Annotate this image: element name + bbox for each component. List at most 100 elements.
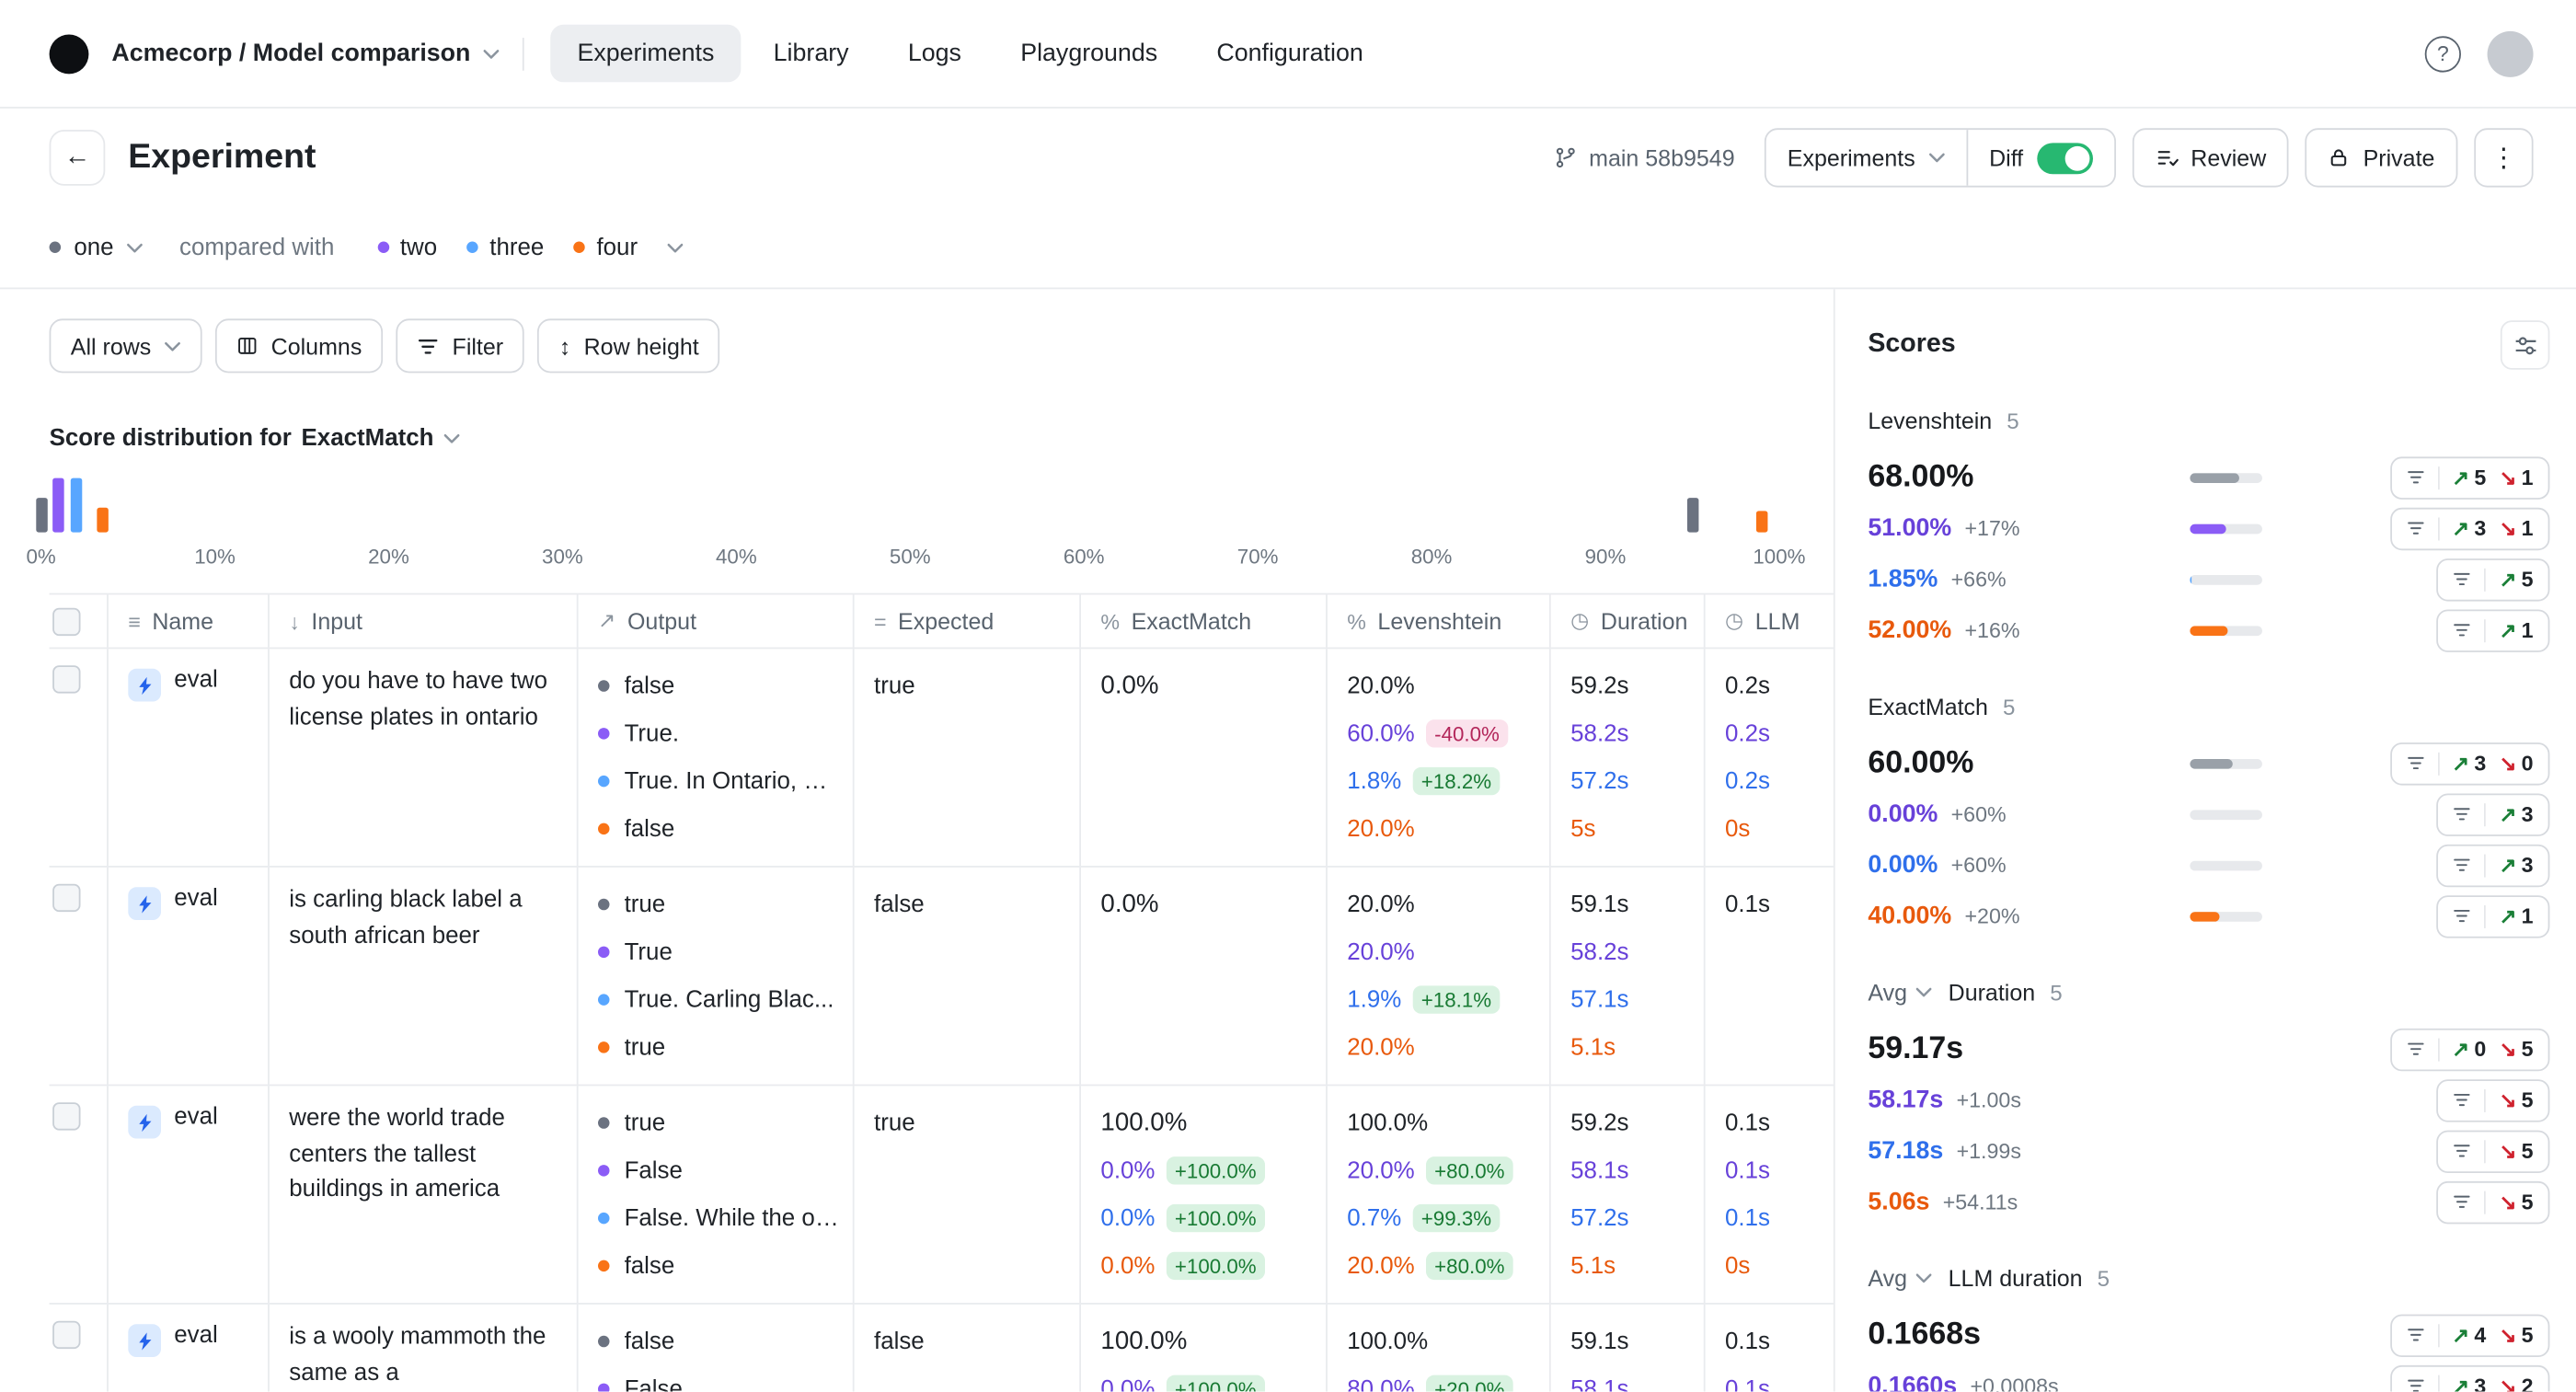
table-row[interactable]: evaldo you have to have two license plat… bbox=[50, 649, 1835, 867]
row-input-cell: do you have to have two license plates i… bbox=[270, 649, 579, 866]
eval-icon bbox=[128, 669, 161, 702]
score-filter-button[interactable]: ↘5 bbox=[2437, 1130, 2550, 1172]
score-filter-button[interactable]: ↘5 bbox=[2437, 1078, 2550, 1121]
column-header-expected[interactable]: =Expected bbox=[855, 594, 1081, 647]
score-filter-button[interactable]: ↗0↘5 bbox=[2389, 1028, 2549, 1070]
tab-logs[interactable]: Logs bbox=[881, 25, 987, 82]
pill-divider bbox=[2437, 752, 2439, 775]
score-filter-button[interactable]: ↗3 bbox=[2437, 844, 2550, 886]
score-filter-button[interactable]: ↗3 bbox=[2437, 793, 2550, 835]
aggregation-select[interactable]: Avg bbox=[1868, 979, 1931, 1006]
column-header-exactmatch[interactable]: %ExactMatch bbox=[1081, 594, 1328, 647]
score-histogram bbox=[41, 473, 1779, 532]
table-row[interactable]: evalis a wooly mammoth the same as afals… bbox=[50, 1305, 1835, 1392]
tab-playgrounds[interactable]: Playgrounds bbox=[995, 25, 1184, 82]
row-checkbox[interactable] bbox=[52, 665, 80, 693]
improvements-icon: ↗ bbox=[2452, 1037, 2469, 1062]
axis-tick: 30% bbox=[542, 546, 583, 569]
row-checkbox[interactable] bbox=[52, 1102, 80, 1130]
diff-toggle[interactable] bbox=[2036, 142, 2092, 173]
delta-badge: +100.0% bbox=[1167, 1204, 1265, 1232]
score-filter-button[interactable]: ↗3↘1 bbox=[2389, 507, 2549, 549]
rows-filter-dropdown[interactable]: All rows bbox=[50, 318, 202, 373]
base-experiment-select[interactable]: one bbox=[50, 234, 144, 260]
column-header-duration[interactable]: ◷Duration bbox=[1551, 594, 1706, 647]
row-checkbox[interactable] bbox=[52, 884, 80, 912]
row-height-button[interactable]: ↕ Row height bbox=[538, 318, 720, 373]
tab-library[interactable]: Library bbox=[747, 25, 875, 82]
row-input-cell: is carling black label a south african b… bbox=[270, 868, 579, 1085]
filter-icon bbox=[2454, 907, 2472, 926]
table-row[interactable]: evalis carling black label a south afric… bbox=[50, 868, 1835, 1086]
axis-tick: 0% bbox=[27, 546, 56, 569]
columns-button[interactable]: Columns bbox=[215, 318, 384, 373]
workspace-switcher[interactable]: Acmecorp / Model comparison bbox=[111, 40, 500, 67]
row-levenshtein-cell: 20.0%60.0%-40.0%1.8%+18.2%20.0% bbox=[1328, 649, 1551, 866]
score-row: 40.00%+20%↗1 bbox=[1868, 891, 2549, 941]
chevron-down-icon bbox=[1915, 987, 1932, 997]
comparison-targets-select[interactable]: twothreefour bbox=[377, 234, 684, 260]
scores-settings-button[interactable] bbox=[2501, 320, 2550, 370]
diff-button[interactable]: Diff bbox=[1966, 130, 2113, 186]
column-header-input[interactable]: ↓Input bbox=[270, 594, 579, 647]
aggregation-select[interactable]: Avg bbox=[1868, 1265, 1931, 1292]
base-experiment-dot bbox=[50, 241, 61, 253]
axis-tick: 100% bbox=[1753, 546, 1805, 569]
filter-icon bbox=[2454, 1192, 2472, 1211]
bolt-icon bbox=[137, 894, 152, 913]
tab-configuration[interactable]: Configuration bbox=[1190, 25, 1389, 82]
score-count: 5 bbox=[2003, 694, 2015, 719]
column-header-llm[interactable]: ◷LLM bbox=[1706, 594, 1835, 647]
filter-button[interactable]: Filter bbox=[397, 318, 525, 373]
score-count: 5 bbox=[2007, 408, 2018, 433]
column-header-levenshtein[interactable]: %Levenshtein bbox=[1328, 594, 1551, 647]
axis-tick: 80% bbox=[1411, 546, 1453, 569]
row-checkbox[interactable] bbox=[52, 1321, 80, 1349]
filter-icon bbox=[2454, 856, 2472, 874]
improvements-icon: ↗ bbox=[2452, 516, 2469, 541]
score-filter-button[interactable]: ↗1 bbox=[2437, 609, 2550, 651]
percent-icon: % bbox=[1100, 609, 1120, 634]
score-filter-button[interactable]: ↗5 bbox=[2437, 558, 2550, 600]
branch-info[interactable]: main 58b9549 bbox=[1555, 144, 1735, 171]
score-filter-button[interactable]: ↗5↘1 bbox=[2389, 456, 2549, 499]
column-header-name[interactable]: ≡Name bbox=[109, 594, 270, 647]
series-dot bbox=[598, 1336, 610, 1348]
distribution-metric-select[interactable]: ExactMatch bbox=[302, 425, 460, 452]
score-sections: Levenshtein568.00%↗5↘151.00%+17%↗3↘11.85… bbox=[1868, 408, 2549, 1392]
avatar[interactable] bbox=[2488, 30, 2534, 76]
column-header-output[interactable]: ↗Output bbox=[579, 594, 855, 647]
score-filter-button[interactable]: ↗4↘5 bbox=[2389, 1314, 2549, 1356]
filter-icon bbox=[418, 336, 439, 355]
row-llm-duration-cell: 0.1s bbox=[1706, 868, 1835, 1085]
more-options-button[interactable]: ⋮ bbox=[2474, 128, 2533, 187]
app-logo[interactable] bbox=[50, 34, 89, 74]
score-filter-button[interactable]: ↗3↘2 bbox=[2389, 1364, 2549, 1391]
tab-experiments[interactable]: Experiments bbox=[551, 25, 741, 82]
score-progress-bar bbox=[2190, 523, 2262, 534]
series-dot bbox=[598, 994, 610, 1006]
series-dot bbox=[466, 241, 478, 253]
table-row[interactable]: evalwere the world trade centers the tal… bbox=[50, 1086, 1835, 1305]
improvements-icon: ↗ bbox=[2500, 801, 2517, 826]
series-dot bbox=[598, 680, 610, 692]
score-filter-button[interactable]: ↘5 bbox=[2437, 1180, 2550, 1223]
score-metric-name: ExactMatch bbox=[1868, 694, 1988, 720]
percent-icon: % bbox=[1347, 609, 1366, 634]
row-select-cell bbox=[50, 1305, 109, 1392]
score-filter-button[interactable]: ↗3↘0 bbox=[2389, 742, 2549, 784]
compare-item-four: four bbox=[573, 234, 638, 260]
improvements-icon: ↗ bbox=[2452, 1374, 2469, 1392]
score-filter-button[interactable]: ↗1 bbox=[2437, 894, 2550, 937]
review-button[interactable]: Review bbox=[2132, 128, 2289, 187]
pill-divider bbox=[2485, 1088, 2487, 1111]
row-duration-cell: 59.2s58.2s57.2s5s bbox=[1551, 649, 1706, 866]
axis-tick: 70% bbox=[1237, 546, 1279, 569]
back-button[interactable]: ← bbox=[50, 130, 106, 186]
private-button[interactable]: Private bbox=[2306, 128, 2457, 187]
experiments-dropdown[interactable]: Experiments bbox=[1766, 130, 1967, 186]
select-all-checkbox[interactable] bbox=[52, 607, 80, 635]
help-icon[interactable]: ? bbox=[2425, 35, 2461, 71]
row-name-cell: eval bbox=[109, 1305, 270, 1392]
row-expected-cell: false bbox=[855, 1305, 1081, 1392]
